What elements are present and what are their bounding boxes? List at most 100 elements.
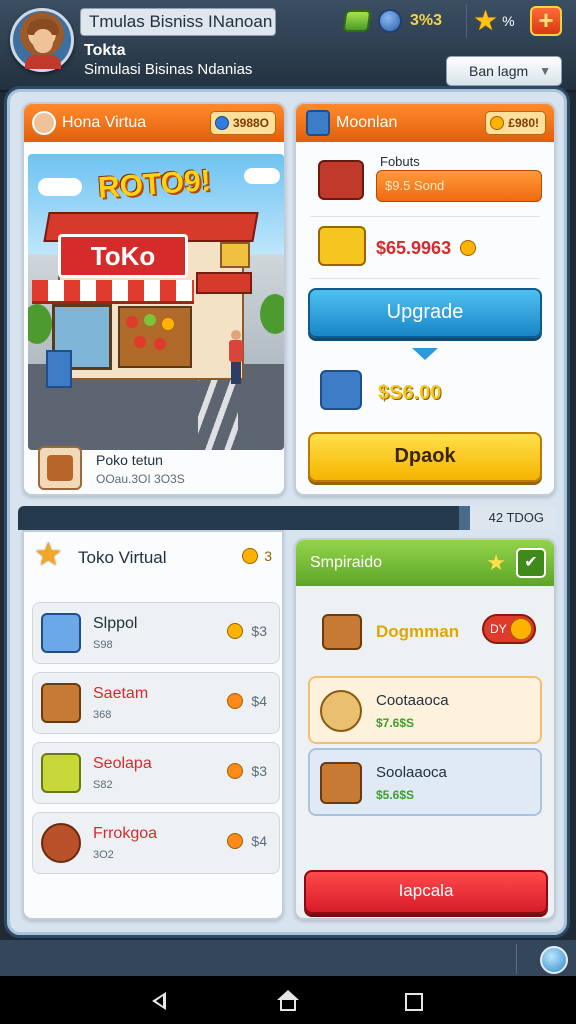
food-box-icon (320, 762, 362, 804)
store-panel-title: Hona Virtua (62, 114, 147, 131)
basket-icon (318, 226, 366, 266)
store-name: Poko tetun (96, 452, 163, 468)
shop-box-icon (318, 160, 364, 200)
store-scene[interactable]: ROTO9! ToKo (28, 154, 284, 450)
tree-image (260, 294, 284, 334)
dropdown-label: Ban lagm (469, 63, 529, 79)
store-info: Poko tetun OOau.3OI 3O3S (38, 446, 270, 490)
star-icon: ★ (486, 550, 506, 575)
tree-image (28, 304, 52, 344)
upgrade-panel-badge: £980! (485, 111, 546, 135)
cloud-image (244, 168, 280, 184)
gem-icon (342, 10, 372, 32)
coin-icon (490, 116, 505, 130)
buy-price: $S6.00 (378, 382, 442, 404)
gem-icon (214, 116, 229, 130)
bottom-strip (0, 940, 576, 976)
item-sub: 368 (93, 709, 112, 721)
inventory-item[interactable]: Frrokgoa 3O2 $4 (32, 812, 280, 874)
star-icon: ★ (473, 5, 499, 36)
star-icon: ★ (34, 536, 63, 572)
fruit-basket-icon (320, 370, 362, 410)
promo-panel-header: Smpiraido ★ ✔ (296, 540, 554, 586)
back-icon-inner (156, 996, 163, 1006)
inventory-panel: ★ Toko Virtual 3 Slppol S98 $3 Saetam 36… (22, 530, 284, 920)
coin-counter: 3 (242, 548, 272, 564)
check-button[interactable]: ✔ (516, 548, 546, 578)
coin-icon (227, 833, 244, 849)
promo-panel-title: Smpiraido (310, 554, 383, 571)
product-price-pill[interactable]: $9.5 Sond (376, 170, 542, 202)
coin-icon (242, 548, 259, 564)
item-sub: S98 (93, 639, 113, 651)
green-box-icon (41, 753, 81, 793)
cloud-image (38, 178, 82, 196)
top-bar: Tmulas Bisniss INanoan Tokta Simulasi Bi… (0, 0, 576, 92)
strip-separator (516, 944, 517, 974)
item-name: Frrokgoa (93, 825, 158, 842)
upgrade-button[interactable]: Upgrade (308, 288, 542, 338)
item-name: Seolapa (93, 755, 152, 772)
plus-icon: + (538, 5, 554, 35)
avatar[interactable] (10, 8, 74, 72)
recents-icon[interactable] (405, 993, 423, 1011)
view-dropdown[interactable]: Ban lagm ▼ (446, 56, 562, 86)
offer-price: $5.6$S (376, 788, 415, 802)
upgrade-panel-title: Moonlan (336, 114, 398, 131)
divider-value: 42 TDOG (488, 510, 544, 525)
add-currency-button[interactable]: + (530, 6, 562, 36)
inventory-item[interactable]: Slppol S98 $3 (32, 602, 280, 664)
resource-group[interactable]: 3%3 (340, 4, 462, 38)
side-awning (196, 272, 252, 294)
side-sign (220, 242, 250, 268)
item-sub: 3O2 (93, 849, 114, 861)
bag-icon (378, 9, 402, 33)
arrow-down-icon (412, 348, 438, 360)
register-icon (41, 613, 81, 653)
gift-crate-icon (322, 614, 362, 650)
offer-name: Soolaaoca (376, 764, 447, 781)
store-panel-header: Hona Virtua 3988O (24, 104, 284, 142)
item-cost: $3 (227, 763, 267, 779)
item-sub: S82 (93, 779, 113, 791)
shopkeeper-figure (228, 330, 244, 384)
game-title: Tmulas Bisniss INanoan (80, 8, 276, 36)
inventory-item[interactable]: Seolapa S82 $3 (32, 742, 280, 804)
upgrade-panel-header: Moonlan £980! (296, 104, 554, 142)
inventory-item[interactable]: Saetam 368 $4 (32, 672, 280, 734)
atm-machine (46, 350, 72, 388)
item-cost: $4 (227, 833, 267, 849)
store-panel-badge: 3988O (209, 111, 276, 135)
item-name: Saetam (93, 685, 149, 702)
store-panel: Hona Virtua 3988O ROTO9! ToKo Poko tetun (22, 102, 286, 496)
coin-count: 3 (264, 548, 272, 564)
coin-icon (227, 763, 244, 779)
star-button[interactable]: ★ % (466, 4, 522, 38)
fruit-stall (118, 306, 192, 368)
promo-toggle[interactable]: DY (482, 614, 536, 644)
item-cost: $4 (227, 693, 267, 709)
clock-icon (41, 823, 81, 863)
product-label: Fobuts (380, 154, 420, 169)
coin-icon (460, 240, 476, 256)
upgrade-panel: Moonlan £980! Fobuts $9.5 Sond $65.9963 … (294, 102, 556, 496)
section-divider: 42 TDOG (18, 506, 556, 530)
store-meta: OOau.3OI 3O3S (96, 472, 185, 486)
item-cost: $3 (227, 623, 267, 639)
home-icon[interactable] (277, 990, 299, 1012)
offer-card[interactable]: Cootaaoca $7.6$S (308, 676, 542, 744)
buy-button[interactable]: Dpaok (308, 432, 542, 482)
coin-icon (227, 623, 244, 639)
offer-card[interactable]: Soolaaoca $5.6$S (308, 748, 542, 816)
shop-sign: ToKo (58, 234, 188, 278)
promo-name: Dogmman (376, 622, 460, 641)
upgrade-cost: $65.9963 (376, 238, 452, 258)
promo-panel: Smpiraido ★ ✔ Dogmman DY Cootaaoca $7.6$… (294, 538, 556, 920)
inventory-title: Toko Virtual (78, 548, 167, 567)
crate-icon (41, 683, 81, 723)
promo-banner: ROTO9! (96, 164, 212, 205)
resource-value: 3%3 (410, 12, 443, 29)
cancel-button[interactable]: Iapcala (304, 870, 548, 914)
player-name: Tokta (84, 42, 126, 59)
globe-icon[interactable] (540, 946, 568, 974)
